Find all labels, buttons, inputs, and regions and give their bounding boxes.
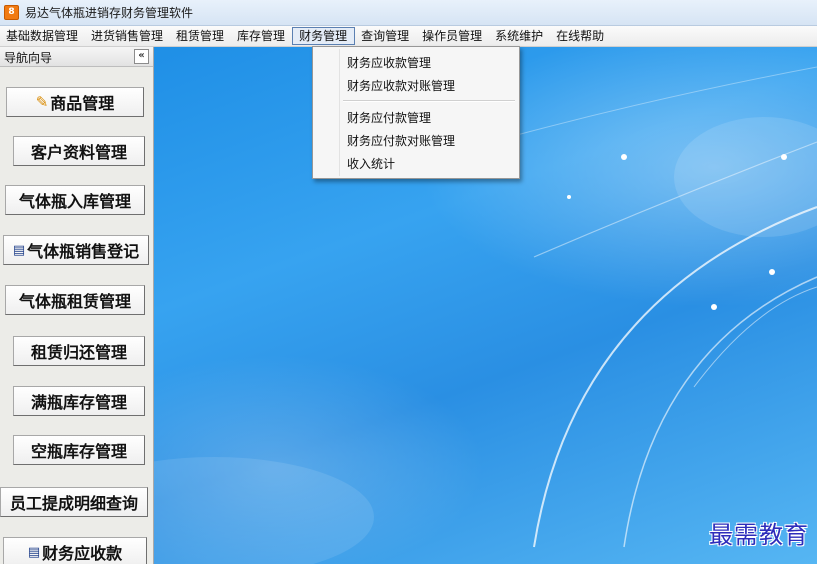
nav-button-cylinder-inbound[interactable]: 气体瓶入库管理 [5, 185, 145, 215]
menu-help[interactable]: 在线帮助 [550, 27, 611, 45]
nav-button-cylinder-rental[interactable]: 气体瓶租赁管理 [5, 285, 145, 315]
menu-finance[interactable]: 财务管理 [292, 27, 356, 45]
menu-system[interactable]: 系统维护 [489, 27, 550, 45]
register-icon: ▤ [27, 544, 41, 560]
title-bar: 8 易达气体瓶进销存财务管理软件 [0, 0, 817, 26]
nav-button-label: 商品管理 [50, 94, 115, 113]
menu-purchase-sales[interactable]: 进货销售管理 [85, 27, 170, 45]
menu-operator[interactable]: 操作员管理 [416, 27, 489, 45]
menu-query[interactable]: 查询管理 [355, 27, 416, 45]
nav-button-full-stock[interactable]: 满瓶库存管理 [13, 386, 145, 416]
menu-basic-data[interactable]: 基础数据管理 [0, 27, 85, 45]
nav-panel: 导航向导 « ✎ 商品管理 客户资料管理 气体瓶入库管理 ▤ 气体瓶销售登记 气… [0, 47, 154, 564]
collapse-icon[interactable]: « [134, 49, 149, 64]
menu-item-payables-reconciliation[interactable]: 财务应付款对账管理 [347, 132, 455, 149]
nav-button-receivables[interactable]: ▤ 财务应收款 [3, 537, 147, 564]
finance-dropdown-menu: 财务应收款管理 财务应收款对账管理 财务应付款管理 财务应付款对账管理 收入统计 [312, 46, 520, 179]
menu-item-payables[interactable]: 财务应付款管理 [347, 109, 431, 126]
register-icon: ▤ [12, 242, 26, 258]
nav-button-label: 气体瓶入库管理 [18, 192, 131, 211]
nav-button-empty-stock[interactable]: 空瓶库存管理 [13, 435, 145, 465]
goods-icon: ✎ [35, 93, 49, 111]
nav-button-label: 满瓶库存管理 [30, 393, 127, 412]
nav-button-rental-return[interactable]: 租赁归还管理 [13, 336, 145, 366]
nav-button-customer[interactable]: 客户资料管理 [13, 136, 145, 166]
menu-bar: 基础数据管理 进货销售管理 租赁管理 库存管理 财务管理 查询管理 操作员管理 … [0, 26, 817, 47]
menu-gutter [339, 49, 340, 176]
menu-separator [343, 100, 515, 102]
nav-button-cylinder-sales[interactable]: ▤ 气体瓶销售登记 [3, 235, 149, 265]
nav-button-label: 租赁归还管理 [30, 343, 127, 362]
nav-button-commission-query[interactable]: 员工提成明细查询 [0, 487, 148, 517]
app-icon: 8 [4, 5, 19, 20]
nav-button-label: 气体瓶租赁管理 [18, 292, 131, 311]
menu-item-receivables[interactable]: 财务应收款管理 [347, 54, 431, 71]
nav-button-label: 气体瓶销售登记 [27, 242, 140, 261]
nav-button-label: 员工提成明细查询 [9, 494, 138, 513]
nav-button-label: 空瓶库存管理 [30, 442, 127, 461]
menu-item-income-statistics[interactable]: 收入统计 [347, 155, 395, 172]
nav-button-label: 财务应收款 [42, 544, 123, 563]
nav-button-label: 客户资料管理 [30, 143, 127, 162]
watermark: 最需教育 [709, 521, 809, 549]
menu-rental[interactable]: 租赁管理 [170, 27, 231, 45]
menu-inventory[interactable]: 库存管理 [231, 27, 292, 45]
nav-title: 导航向导 [4, 51, 53, 65]
nav-button-goods[interactable]: ✎ 商品管理 [6, 87, 144, 117]
window-title: 易达气体瓶进销存财务管理软件 [25, 6, 194, 20]
menu-item-receivables-reconciliation[interactable]: 财务应收款对账管理 [347, 77, 455, 94]
nav-header: 导航向导 « [0, 47, 153, 67]
